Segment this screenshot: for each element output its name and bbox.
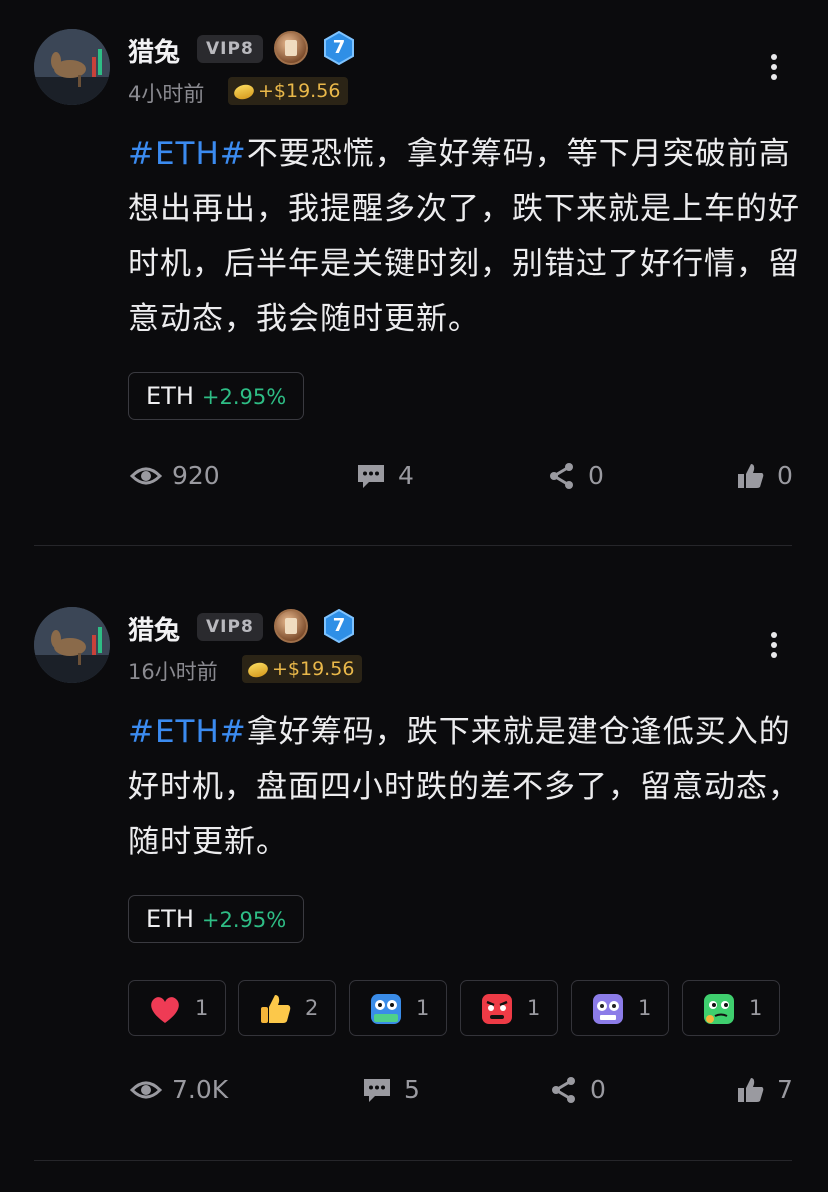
comments-button[interactable]: 5 [362, 1070, 442, 1110]
thumbs-up-icon [261, 995, 291, 1023]
post-content: #ETH#不要恐慌，拿好筹码，等下月突破前高想出再出，我提醒多次了，跌下来就是上… [128, 127, 808, 347]
heart-icon [151, 997, 179, 1023]
reaction-hodl[interactable]: 1 [349, 980, 447, 1036]
author-name[interactable]: 猎兔 [128, 32, 180, 69]
eye-icon [130, 467, 162, 485]
hashtag-link[interactable]: #ETH# [128, 136, 247, 172]
author-avatar[interactable] [34, 607, 110, 683]
post-stats: 7.0K 5 0 7 [0, 1070, 828, 1110]
ticker-symbol: ETH [146, 905, 194, 933]
reaction-skull[interactable]: 1 [571, 980, 669, 1036]
level-badge: 7 [323, 31, 355, 65]
reaction-heart[interactable]: 1 [128, 980, 226, 1036]
post-stats: 920 4 0 0 [0, 456, 828, 496]
scroll-badge-icon [274, 31, 308, 65]
more-options-icon[interactable] [764, 628, 784, 668]
ticker-change: +2.95% [201, 385, 287, 409]
angry-face-icon [482, 994, 512, 1024]
like-button[interactable]: 7 [737, 1070, 807, 1110]
views-stat: 920 [130, 456, 250, 496]
ticker-chip[interactable]: ETH +2.95% [128, 372, 305, 420]
skull-face-icon [593, 994, 623, 1024]
eye-icon [130, 1081, 162, 1099]
hashtag-link[interactable]: #ETH# [128, 714, 247, 750]
thumbs-up-icon [738, 1078, 764, 1102]
level-badge: 7 [323, 609, 355, 643]
reaction-angry[interactable]: 1 [460, 980, 558, 1036]
vip-badge: VIP8 [197, 613, 263, 641]
vip-badge: VIP8 [197, 35, 263, 63]
share-button[interactable]: 0 [548, 456, 628, 496]
post-time: 16小时前 [128, 660, 218, 684]
ticker-symbol: ETH [146, 382, 194, 410]
scroll-badge-icon [274, 609, 308, 643]
post-time: 4小时前 [128, 82, 205, 106]
post-card: 猎兔 VIP8 7 16小时前 +$19.56 #ETH#拿好筹码，跌下来就是建… [0, 578, 828, 1162]
ticker-chip[interactable]: ETH +2.95% [128, 895, 305, 943]
coin-icon [246, 660, 270, 680]
thumbs-up-icon [738, 464, 764, 488]
share-icon [552, 1077, 575, 1103]
comment-icon [358, 465, 384, 488]
share-icon [550, 463, 573, 489]
divider [34, 1160, 792, 1161]
reward-badge: +$19.56 [242, 655, 363, 683]
share-button[interactable]: 0 [550, 1070, 630, 1110]
ticker-change: +2.95% [201, 908, 287, 932]
reaction-thumbs-up[interactable]: 2 [238, 980, 336, 1036]
thinking-face-icon [704, 994, 734, 1024]
author-avatar[interactable] [34, 29, 110, 105]
author-name[interactable]: 猎兔 [128, 610, 180, 647]
divider [34, 545, 792, 546]
post-content: #ETH#拿好筹码，跌下来就是建仓逢低买入的好时机，盘面四小时跌的差不多了，留意… [128, 705, 808, 870]
views-stat: 7.0K [130, 1070, 250, 1110]
reaction-thinking[interactable]: 1 [682, 980, 780, 1036]
more-options-icon[interactable] [764, 50, 784, 90]
coin-icon [232, 82, 256, 102]
comments-button[interactable]: 4 [356, 456, 436, 496]
comment-icon [364, 1079, 390, 1102]
reward-badge: +$19.56 [228, 77, 349, 105]
like-button[interactable]: 0 [737, 456, 807, 496]
hodl-icon [371, 994, 401, 1024]
post-card: 猎兔 VIP8 7 4小时前 +$19.56 #ETH#不要恐慌，拿好筹码，等下… [0, 0, 828, 546]
